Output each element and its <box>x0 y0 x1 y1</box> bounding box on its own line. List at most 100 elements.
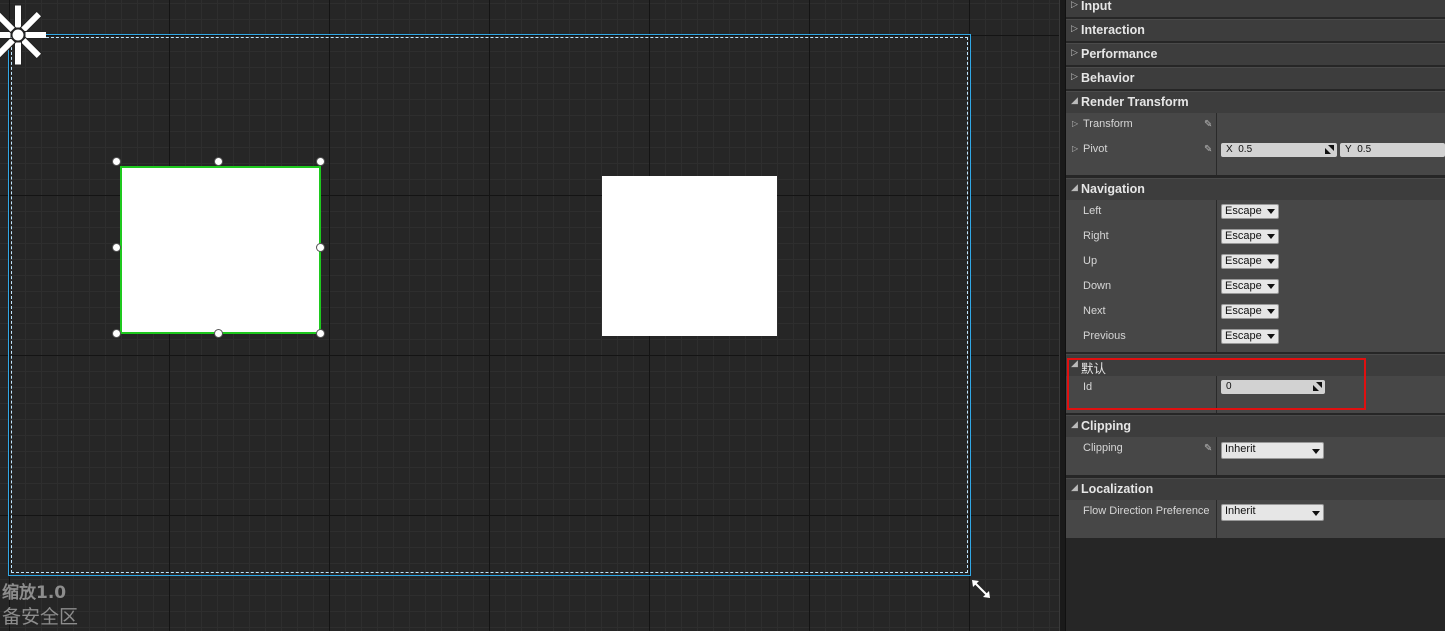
property-row-flow-direction: Flow Direction Preference Inherit <box>1066 500 1445 525</box>
dropdown-value: Inherit <box>1225 443 1256 455</box>
panel-splitter[interactable] <box>1059 0 1066 631</box>
resize-handle-top-left[interactable] <box>113 158 120 165</box>
category-title: Interaction <box>1081 23 1145 37</box>
expanded-arrow-icon: ◢ <box>1071 96 1078 106</box>
resize-handle-top-right[interactable] <box>317 158 324 165</box>
dropdown-value: Escape <box>1225 280 1262 292</box>
id-field[interactable]: 0 <box>1221 380 1325 394</box>
category-localization[interactable]: ◢ Localization <box>1066 478 1445 500</box>
clipping-dropdown[interactable]: Inherit <box>1221 442 1324 459</box>
reset-to-default-icon[interactable]: ✎ <box>1204 144 1212 155</box>
category-title: Behavior <box>1081 71 1135 85</box>
property-row-transform: ▷ Transform ✎ <box>1066 113 1445 138</box>
dropdown-arrow-icon <box>1267 309 1275 314</box>
property-label: Next <box>1083 305 1106 317</box>
screen-resize-icon[interactable] <box>970 578 992 600</box>
pivot-y-field[interactable]: Y 0.5 <box>1340 143 1445 157</box>
resize-handle-bottom-right[interactable] <box>317 330 324 337</box>
nav-previous-dropdown[interactable]: Escape <box>1221 329 1279 344</box>
category-title: Clipping <box>1081 419 1131 433</box>
dropdown-arrow-icon <box>1267 259 1275 264</box>
zoom-level: 缩放1.0 <box>2 583 67 603</box>
reset-to-default-icon[interactable]: ✎ <box>1204 119 1212 130</box>
dropdown-value: Escape <box>1225 330 1262 342</box>
pivot-x-field[interactable]: X 0.5 <box>1221 143 1337 157</box>
dropdown-arrow-icon <box>1267 334 1275 339</box>
dropdown-arrow-icon <box>1267 234 1275 239</box>
axis-prefix: Y <box>1345 144 1352 155</box>
resize-handle-left[interactable] <box>113 244 120 251</box>
category-default[interactable]: ◢ 默认 <box>1066 354 1445 376</box>
property-label: Right <box>1083 230 1109 242</box>
category-title: Render Transform <box>1081 95 1189 109</box>
collapsed-arrow-icon: ▷ <box>1071 48 1078 58</box>
property-label: Down <box>1083 280 1112 292</box>
selected-widget[interactable] <box>120 166 321 334</box>
category-behavior[interactable]: ▷ Behavior <box>1066 67 1445 89</box>
collapsed-arrow-icon[interactable]: ▷ <box>1072 119 1078 128</box>
dropdown-arrow-icon <box>1312 449 1320 454</box>
field-value: 0 <box>1226 381 1232 392</box>
reset-to-default-icon[interactable]: ✎ <box>1204 443 1212 454</box>
image-widget[interactable] <box>602 176 777 336</box>
resize-handle-bottom-left[interactable] <box>113 330 120 337</box>
property-row-id: Id 0 <box>1066 376 1445 401</box>
property-row-nav-down: Down Escape <box>1066 275 1445 300</box>
property-label: Flow Direction Preference <box>1083 505 1210 517</box>
collapsed-arrow-icon: ▷ <box>1071 24 1078 34</box>
expanded-arrow-icon: ◢ <box>1071 483 1078 493</box>
expanded-arrow-icon: ◢ <box>1071 183 1078 193</box>
navigation-group: Left Escape Right Escape Up Escape Down … <box>1066 200 1445 352</box>
category-title: 默认 <box>1081 362 1107 376</box>
dropdown-value: Inherit <box>1225 505 1256 517</box>
property-row-nav-next: Next Escape <box>1066 300 1445 325</box>
category-performance[interactable]: ▷ Performance <box>1066 43 1445 65</box>
property-label: Pivot <box>1083 143 1108 155</box>
flow-direction-dropdown[interactable]: Inherit <box>1221 504 1324 521</box>
resize-handle-top[interactable] <box>215 158 222 165</box>
nav-left-dropdown[interactable]: Escape <box>1221 204 1279 219</box>
axis-prefix: X <box>1226 144 1233 155</box>
property-label: Left <box>1083 205 1102 217</box>
field-value: 0.5 <box>1238 144 1253 155</box>
anchor-icon[interactable] <box>0 4 46 66</box>
dropdown-value: Escape <box>1225 255 1262 267</box>
details-panel: ▷ Input ▷ Interaction ▷ Performance ▷ Be… <box>1066 0 1445 631</box>
category-interaction[interactable]: ▷ Interaction <box>1066 19 1445 41</box>
resize-handle-right[interactable] <box>317 244 324 251</box>
clipping-group: Clipping ✎ Inherit <box>1066 437 1445 475</box>
property-row-clipping: Clipping ✎ Inherit <box>1066 437 1445 462</box>
property-label: Id <box>1083 381 1093 393</box>
property-label: Transform <box>1083 118 1133 130</box>
category-title: Navigation <box>1081 182 1145 196</box>
collapsed-arrow-icon: ▷ <box>1071 72 1078 82</box>
expanded-arrow-icon: ◢ <box>1071 359 1078 369</box>
property-row-nav-right: Right Escape <box>1066 225 1445 250</box>
property-row-pivot: ▷ Pivot ✎ X 0.5 Y 0.5 <box>1066 138 1445 163</box>
property-label: Previous <box>1083 330 1126 342</box>
dropdown-arrow-icon <box>1267 209 1275 214</box>
spin-arrows-icon[interactable] <box>1313 382 1322 391</box>
spin-arrows-icon[interactable] <box>1325 145 1334 154</box>
collapsed-arrow-icon[interactable]: ▷ <box>1072 144 1078 153</box>
default-group: Id 0 <box>1066 376 1445 413</box>
nav-right-dropdown[interactable]: Escape <box>1221 229 1279 244</box>
nav-down-dropdown[interactable]: Escape <box>1221 279 1279 294</box>
category-navigation[interactable]: ◢ Navigation <box>1066 178 1445 200</box>
render-transform-group: ▷ Transform ✎ ▷ Pivot ✎ X 0.5 Y 0.5 <box>1066 113 1445 175</box>
dropdown-value: Escape <box>1225 305 1262 317</box>
localization-group: Flow Direction Preference Inherit <box>1066 500 1445 538</box>
property-label: Clipping <box>1083 442 1123 454</box>
category-title: Performance <box>1081 47 1158 61</box>
nav-next-dropdown[interactable]: Escape <box>1221 304 1279 319</box>
category-input[interactable]: ▷ Input <box>1066 0 1445 17</box>
property-row-nav-previous: Previous Escape <box>1066 325 1445 350</box>
category-render-transform[interactable]: ◢ Render Transform <box>1066 91 1445 113</box>
property-row-nav-left: Left Escape <box>1066 200 1445 225</box>
resize-handle-bottom[interactable] <box>215 330 222 337</box>
dropdown-value: Escape <box>1225 205 1262 217</box>
nav-up-dropdown[interactable]: Escape <box>1221 254 1279 269</box>
category-clipping[interactable]: ◢ Clipping <box>1066 415 1445 437</box>
field-value: 0.5 <box>1357 144 1372 155</box>
designer-canvas[interactable]: 缩放1.0 备安全区 <box>0 0 1059 631</box>
